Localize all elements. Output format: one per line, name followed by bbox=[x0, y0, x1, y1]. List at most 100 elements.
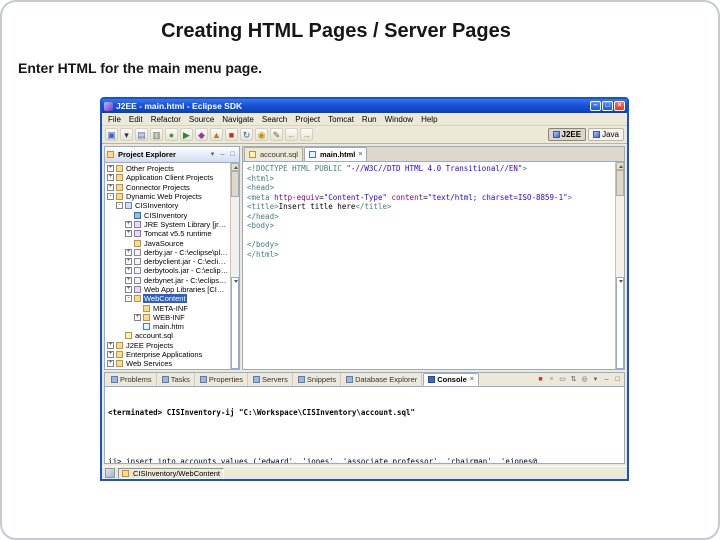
tree-item[interactable]: + Connector Projects bbox=[105, 183, 230, 192]
debug-icon[interactable]: ● bbox=[165, 128, 178, 141]
tree-item[interactable]: - WebContent bbox=[105, 294, 230, 304]
scroll-down-icon[interactable] bbox=[616, 277, 624, 369]
tree-item[interactable]: + derbyclient.jar - C:\eclipse\plugins..… bbox=[105, 257, 230, 266]
tree-item[interactable]: + J2EE Projects bbox=[105, 341, 230, 350]
editor-code[interactable]: <!DOCTYPE HTML PUBLIC "-//W3C//DTD HTML … bbox=[243, 162, 615, 369]
tab-close-icon[interactable]: × bbox=[470, 376, 474, 383]
tab-close-icon[interactable]: × bbox=[358, 151, 362, 158]
tree-item[interactable]: main.htm bbox=[105, 322, 230, 331]
scroll-thumb[interactable] bbox=[616, 170, 624, 196]
tree-item[interactable]: + Other Projects bbox=[105, 164, 230, 173]
search-icon[interactable]: ◉ bbox=[255, 128, 268, 141]
perspective-j2ee-button[interactable]: J2EE bbox=[547, 128, 587, 141]
tab-snippets[interactable]: Snippets bbox=[294, 373, 342, 386]
project-explorer-tab[interactable]: Project Explorer bbox=[107, 150, 208, 159]
tree-toggle-icon[interactable]: - bbox=[116, 202, 123, 210]
tree-toggle-icon[interactable]: + bbox=[107, 165, 114, 173]
minimize-view-icon[interactable]: – bbox=[602, 375, 611, 384]
remove-launch-icon[interactable]: × bbox=[547, 375, 556, 384]
annotation-icon[interactable]: ✎ bbox=[270, 128, 283, 141]
editor-tab-main-html[interactable]: main.html × bbox=[303, 147, 368, 161]
tree-toggle-icon[interactable]: + bbox=[107, 351, 114, 359]
menu-item[interactable]: File bbox=[104, 115, 125, 124]
tree-item[interactable]: + WEB-INF bbox=[105, 313, 230, 322]
menu-item[interactable]: Help bbox=[417, 115, 441, 124]
view-menu-icon[interactable]: ▾ bbox=[208, 150, 217, 159]
tree-toggle-icon[interactable]: - bbox=[107, 193, 114, 201]
maximize-button[interactable]: □ bbox=[602, 101, 613, 111]
run-icon[interactable]: ▶ bbox=[180, 128, 193, 141]
tree-toggle-icon[interactable] bbox=[125, 240, 132, 247]
tree-toggle-icon[interactable] bbox=[125, 212, 132, 219]
tab-problems[interactable]: Problems bbox=[107, 373, 157, 386]
tree-toggle-icon[interactable] bbox=[134, 305, 141, 312]
project-tree[interactable]: + Other Projects + Application Client Pr… bbox=[105, 163, 230, 369]
tree-item[interactable]: JavaSource bbox=[105, 238, 230, 248]
external-tools-icon[interactable]: ◆ bbox=[195, 128, 208, 141]
tree-item[interactable]: + Tomcat v5.5 runtime bbox=[105, 229, 230, 238]
menu-item[interactable]: Refactor bbox=[147, 115, 185, 124]
perspective-java-button[interactable]: Java bbox=[588, 128, 624, 141]
forward-icon[interactable]: → bbox=[300, 128, 313, 141]
close-button[interactable]: × bbox=[614, 101, 625, 111]
menu-item[interactable]: Search bbox=[258, 115, 291, 124]
tab-servers[interactable]: Servers bbox=[249, 373, 293, 386]
fast-view-icon[interactable] bbox=[105, 468, 115, 478]
tree-item[interactable]: + Enterprise Applications bbox=[105, 350, 230, 359]
tree-toggle-icon[interactable] bbox=[134, 323, 141, 330]
explorer-scrollbar[interactable] bbox=[230, 163, 239, 369]
tree-item[interactable]: META-INF bbox=[105, 303, 230, 313]
view-menu-icon[interactable]: ▾ bbox=[591, 375, 600, 384]
menu-item[interactable]: Navigate bbox=[218, 115, 258, 124]
tab-properties[interactable]: Properties bbox=[196, 373, 249, 386]
clear-console-icon[interactable]: ▭ bbox=[558, 375, 567, 384]
menu-item[interactable]: Window bbox=[381, 115, 417, 124]
maximize-view-icon[interactable]: □ bbox=[228, 150, 237, 159]
tree-item[interactable]: + Web App Libraries [CISInventory] bbox=[105, 285, 230, 294]
scroll-lock-icon[interactable]: ⇅ bbox=[569, 375, 578, 384]
tree-item[interactable]: - CISInventory bbox=[105, 201, 230, 210]
new-dropdown-icon[interactable]: ▾ bbox=[120, 128, 133, 141]
menu-item[interactable]: Project bbox=[291, 115, 324, 124]
tree-item[interactable]: + Application Client Projects bbox=[105, 173, 230, 182]
scroll-thumb[interactable] bbox=[231, 171, 239, 197]
tree-toggle-icon[interactable]: + bbox=[125, 248, 132, 256]
window-titlebar[interactable]: J2EE - main.html - Eclipse SDK – □ × bbox=[102, 99, 627, 113]
tree-toggle-icon[interactable]: + bbox=[125, 258, 132, 266]
menu-item[interactable]: Edit bbox=[125, 115, 147, 124]
minimize-button[interactable]: – bbox=[590, 101, 601, 111]
tree-toggle-icon[interactable]: + bbox=[125, 286, 132, 293]
tab-console[interactable]: Console × bbox=[423, 373, 479, 386]
tomcat-start-icon[interactable]: ▲ bbox=[210, 128, 223, 141]
tree-toggle-icon[interactable]: + bbox=[107, 174, 114, 182]
tree-toggle-icon[interactable]: + bbox=[125, 267, 132, 275]
tree-item[interactable]: + JRE System Library [jre1.5.0_06] bbox=[105, 220, 230, 229]
tree-toggle-icon[interactable]: + bbox=[125, 220, 132, 228]
menu-item[interactable]: Tomcat bbox=[324, 115, 358, 124]
terminate-icon[interactable]: ■ bbox=[536, 375, 545, 384]
tree-item[interactable]: + derby.jar - C:\eclipse\plugins\org... bbox=[105, 248, 230, 257]
tree-toggle-icon[interactable]: + bbox=[134, 313, 141, 321]
scroll-down-icon[interactable] bbox=[231, 277, 239, 369]
minimize-view-icon[interactable]: – bbox=[218, 150, 227, 159]
back-icon[interactable]: ← bbox=[285, 128, 298, 141]
tree-item[interactable]: CISInventory bbox=[105, 210, 230, 220]
tab-tasks[interactable]: Tasks bbox=[158, 373, 195, 386]
tree-toggle-icon[interactable]: + bbox=[107, 360, 114, 368]
scroll-up-icon[interactable] bbox=[231, 163, 239, 171]
tree-toggle-icon[interactable]: + bbox=[107, 183, 114, 191]
maximize-view-icon[interactable]: □ bbox=[613, 375, 622, 384]
tree-item[interactable]: + Web Services bbox=[105, 359, 230, 368]
menu-item[interactable]: Run bbox=[358, 115, 381, 124]
tree-toggle-icon[interactable] bbox=[116, 332, 123, 339]
tree-item[interactable]: + derbynet.jar - C:\eclipse\plugins\org.… bbox=[105, 276, 230, 285]
tree-toggle-icon[interactable]: + bbox=[125, 230, 132, 238]
print-icon[interactable]: ▥ bbox=[150, 128, 163, 141]
new-wizard-icon[interactable]: ▣ bbox=[105, 128, 118, 141]
menu-item[interactable]: Source bbox=[185, 115, 218, 124]
scroll-up-icon[interactable] bbox=[616, 162, 624, 170]
tree-toggle-icon[interactable]: + bbox=[107, 341, 114, 349]
editor-tab-account-sql[interactable]: account.sql bbox=[244, 147, 303, 161]
tomcat-restart-icon[interactable]: ↻ bbox=[240, 128, 253, 141]
save-icon[interactable]: ▤ bbox=[135, 128, 148, 141]
